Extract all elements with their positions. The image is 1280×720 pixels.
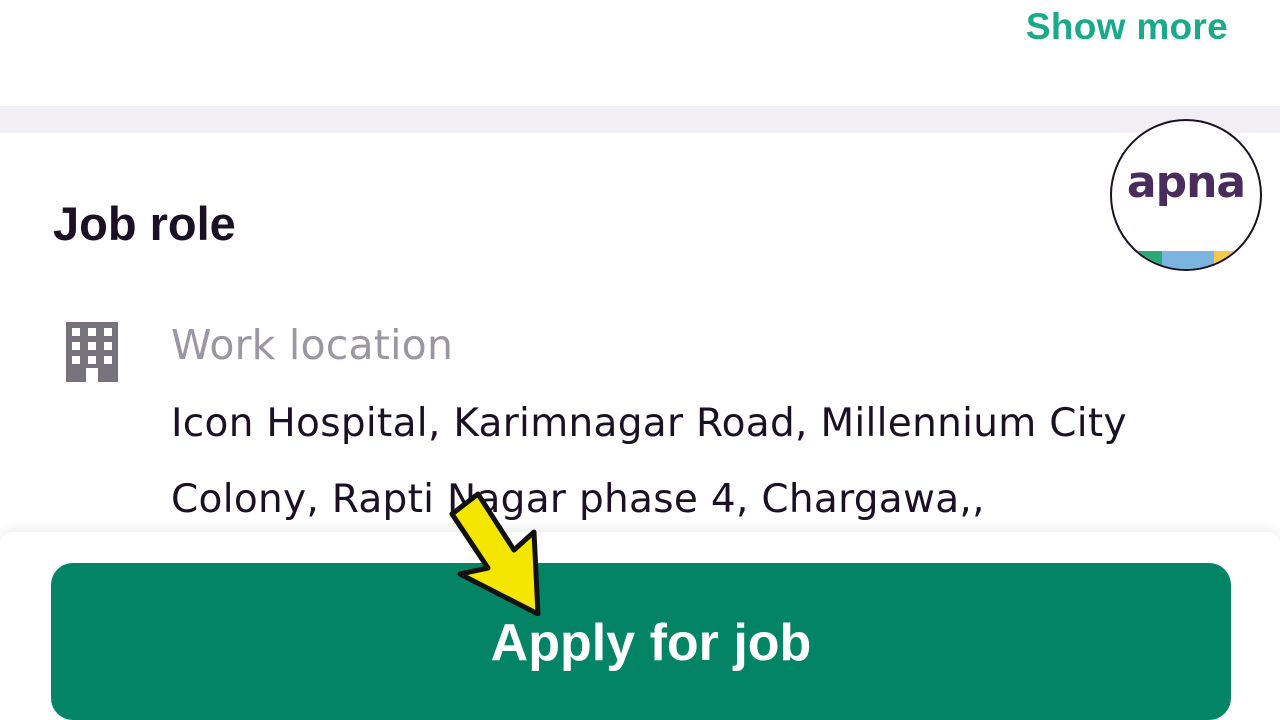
work-location-value: Icon Hospital, Karimnagar Road, Millenni… <box>171 401 1127 522</box>
logo-stripe-blue <box>1162 251 1214 269</box>
job-details-screen: Show more Job role Work location Icon Ho… <box>0 0 1280 720</box>
apply-button-label: Apply for job <box>490 614 812 672</box>
building-icon <box>66 322 118 382</box>
work-location-label: Work location <box>171 321 454 369</box>
apna-logo: apna <box>1110 119 1262 271</box>
logo-stripe-green <box>1112 251 1162 269</box>
section-divider <box>0 106 1280 133</box>
show-more-link[interactable]: Show more <box>1026 6 1228 48</box>
job-role-heading: Job role <box>53 197 236 250</box>
apna-logo-text: apna <box>1126 157 1246 208</box>
logo-stripe-yellow <box>1214 251 1260 269</box>
apply-for-job-button[interactable]: Apply for job <box>51 563 1231 720</box>
